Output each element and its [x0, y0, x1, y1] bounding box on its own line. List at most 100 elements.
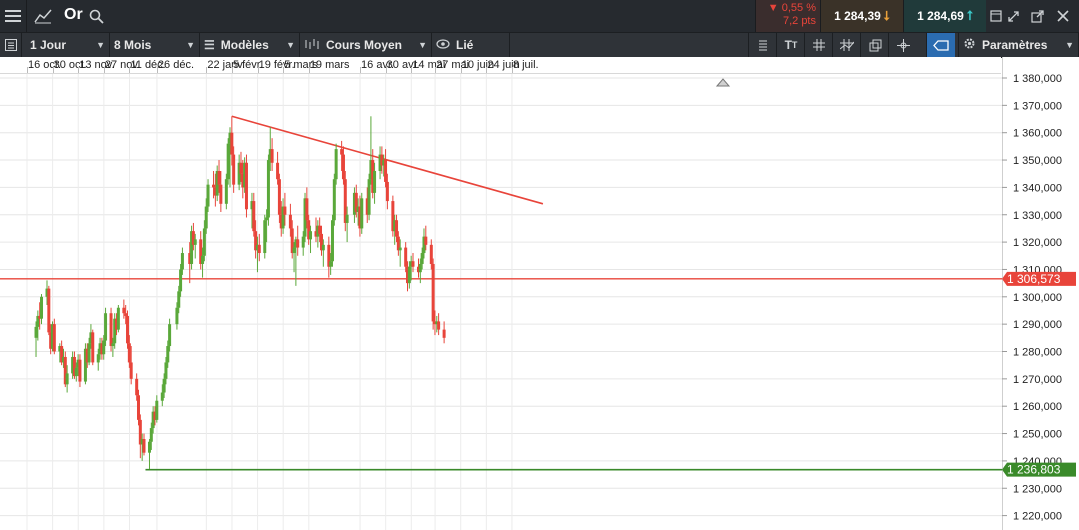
candle-body [201, 255, 205, 264]
models-dropdown[interactable]: ☰ Modèles ▼ [200, 33, 300, 57]
candle-body [212, 184, 216, 188]
settings-dropdown[interactable]: Paramètres ▼ [958, 33, 1079, 57]
date-tick [78, 67, 80, 73]
candle-body [104, 313, 108, 341]
date-tick [385, 67, 387, 73]
candle-body [330, 220, 334, 262]
date-tick [156, 67, 158, 73]
candle-body [232, 154, 236, 185]
external-icon[interactable] [1026, 0, 1048, 32]
sell-price: 1 284,39 [834, 9, 881, 23]
label-icon[interactable] [926, 33, 955, 57]
candle-body [52, 324, 56, 352]
gear-icon [963, 37, 976, 53]
search-icon[interactable] [86, 0, 106, 32]
indicators-icon[interactable] [832, 33, 861, 57]
grid-icon[interactable] [804, 33, 833, 57]
sidebar-toggle-icon[interactable] [0, 33, 22, 57]
price-tick-label: 1 330,000 [1013, 210, 1062, 222]
candle-body [168, 324, 172, 347]
change-percent: ▼ 0,55 % [767, 2, 816, 14]
candle-body [266, 160, 270, 218]
candle-body [40, 296, 44, 319]
up-arrow-icon: ⭡ [966, 8, 973, 23]
layers-icon[interactable] [860, 33, 889, 57]
date-tick [129, 67, 131, 73]
close-icon[interactable] [1052, 0, 1074, 32]
candle-body [373, 170, 377, 193]
menu-icon[interactable] [0, 0, 27, 32]
candle-body [87, 343, 91, 363]
price-tick-label: 1 320,000 [1013, 237, 1062, 249]
buy-price: 1 284,69 [917, 9, 964, 23]
candle-body [395, 220, 399, 237]
candle-body [124, 313, 128, 316]
date-tick [308, 67, 310, 73]
crosshair-icon[interactable] [888, 33, 917, 57]
period-dropdown[interactable]: 1 Jour ▼ [22, 33, 110, 57]
linked-label: Lié [456, 38, 474, 52]
line-chart-icon[interactable] [30, 0, 56, 32]
candle-body [224, 179, 228, 204]
price-type-label: Cours Moyen [326, 38, 403, 52]
candle-body [257, 244, 261, 254]
price-tick-label: 1 290,000 [1013, 319, 1062, 331]
candle-body [179, 269, 183, 292]
candle-body [177, 291, 181, 308]
candle-body [418, 263, 422, 273]
arrows-icon[interactable] [1002, 0, 1024, 32]
candle-body [305, 198, 309, 221]
date-tick [257, 67, 259, 73]
candle-body [47, 288, 51, 333]
candle-body [270, 149, 274, 163]
candle-body [180, 253, 184, 270]
date-tick [460, 67, 462, 73]
candle-body [164, 362, 168, 379]
chevron-down-icon: ▼ [418, 40, 427, 50]
candle-body [321, 244, 325, 251]
candle-body [407, 266, 411, 284]
date-tick [411, 67, 413, 73]
price-tick-label: 1 350,000 [1013, 155, 1062, 167]
candle-body [129, 362, 133, 379]
candle-body [34, 326, 38, 338]
candle-body [398, 247, 402, 251]
down-arrow-icon: ⭣ [883, 8, 890, 23]
linked-dropdown[interactable]: Lié [432, 33, 510, 57]
candle-body [175, 307, 179, 325]
instrument-name: Or [64, 6, 83, 23]
candle-body [217, 170, 221, 185]
candle-body [301, 236, 305, 248]
candle-body [137, 395, 140, 420]
date-tick-label: 19 mars [309, 59, 350, 71]
candle-body [126, 315, 130, 344]
candle-body [166, 346, 170, 363]
list-icon[interactable] [748, 33, 777, 57]
candle-body [226, 143, 230, 180]
date-tick [435, 67, 437, 73]
date-tick [52, 67, 54, 73]
candle-body [239, 162, 243, 174]
candle-body [96, 354, 100, 363]
candle-body [219, 184, 223, 204]
buy-price-button[interactable]: 1 284,69 ⭡ [903, 0, 986, 32]
price-type-dropdown[interactable]: Cours Moyen ▼ [300, 33, 432, 57]
candle-body [265, 217, 269, 221]
price-tick-label: 1 260,000 [1013, 401, 1062, 413]
candle-body [404, 247, 408, 267]
range-dropdown[interactable]: 8 Mois ▼ [110, 33, 200, 57]
price-tick-label: 1 300,000 [1013, 292, 1062, 304]
candle-body [292, 247, 296, 254]
candle-body [329, 261, 333, 267]
date-tick [206, 67, 208, 73]
date-tick [360, 67, 362, 73]
settings-label: Paramètres [982, 38, 1048, 52]
text-icon[interactable]: TT [776, 33, 805, 57]
candle-body [437, 321, 441, 330]
eye-icon [436, 38, 450, 52]
candle-body [384, 160, 388, 182]
price-chart[interactable]: 1 380,000 1 370,000 1 360,000 1 350,000 1 34… [0, 74, 1079, 530]
chevron-down-icon: ▼ [96, 40, 105, 50]
sell-price-button[interactable]: 1 284,39 ⭣ [820, 0, 903, 32]
price-type-icon [304, 38, 320, 53]
